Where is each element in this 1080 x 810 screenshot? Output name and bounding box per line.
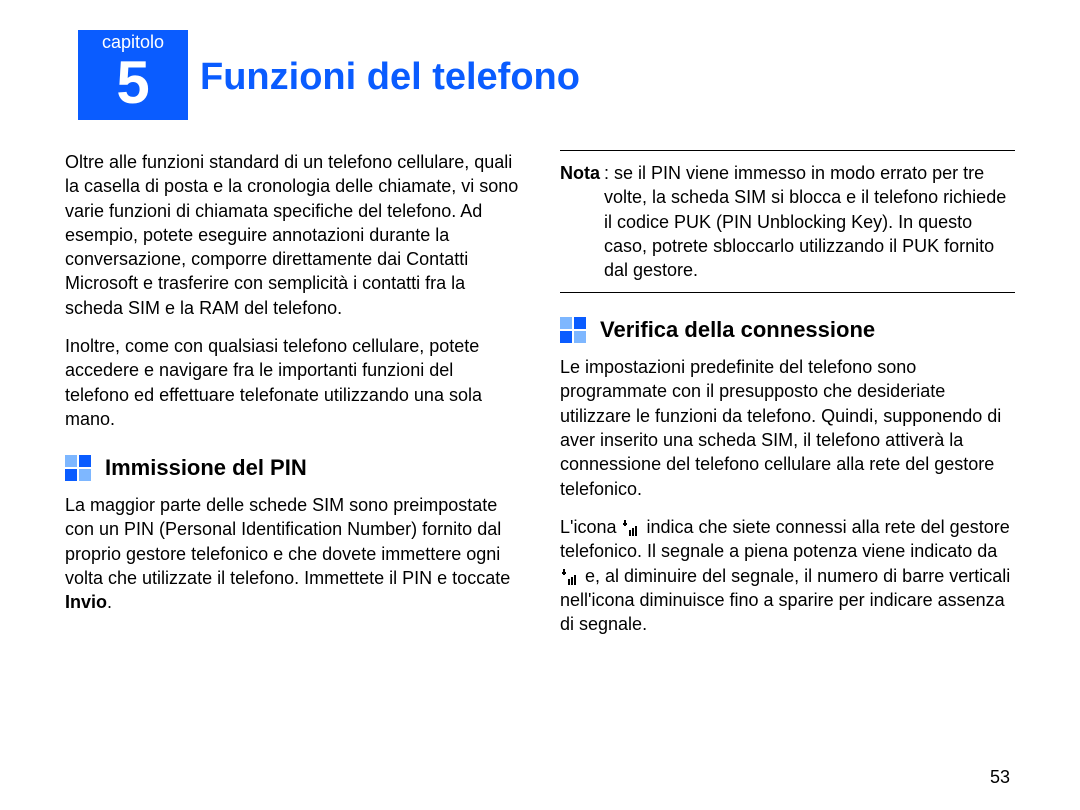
paragraph: L'icona indica che siete connessi alla r… <box>560 515 1015 636</box>
heading-text: Verifica della connessione <box>600 315 875 345</box>
signal-icon <box>623 520 639 536</box>
chapter-badge: capitolo 5 <box>78 30 188 120</box>
paragraph: Oltre alle funzioni standard di un telef… <box>65 150 520 320</box>
paragraph: Le impostazioni predefinite del telefono… <box>560 355 1015 501</box>
page-number: 53 <box>990 767 1010 788</box>
section-heading-immissione: Immissione del PIN <box>65 453 520 483</box>
page: capitolo 5 Funzioni del telefono Oltre a… <box>0 0 1080 810</box>
body-columns: Oltre alle funzioni standard di un telef… <box>65 150 1015 650</box>
section-bullet-icon <box>65 455 91 481</box>
heading-text: Immissione del PIN <box>105 453 307 483</box>
right-column: Nota : se il PIN viene immesso in modo e… <box>560 150 1015 650</box>
note-text: : se il PIN viene immesso in modo errato… <box>600 161 1015 282</box>
section-heading-verifica: Verifica della connessione <box>560 315 1015 345</box>
paragraph: La maggior parte delle schede SIM sono p… <box>65 493 520 614</box>
paragraph: Inoltre, come con qualsiasi telefono cel… <box>65 334 520 431</box>
note-label: Nota <box>560 161 600 282</box>
section-bullet-icon <box>560 317 586 343</box>
signal-full-icon <box>562 569 578 585</box>
left-column: Oltre alle funzioni standard di un telef… <box>65 150 520 650</box>
chapter-number: 5 <box>78 53 188 113</box>
note-box: Nota : se il PIN viene immesso in modo e… <box>560 150 1015 293</box>
chapter-title: Funzioni del telefono <box>200 56 580 99</box>
